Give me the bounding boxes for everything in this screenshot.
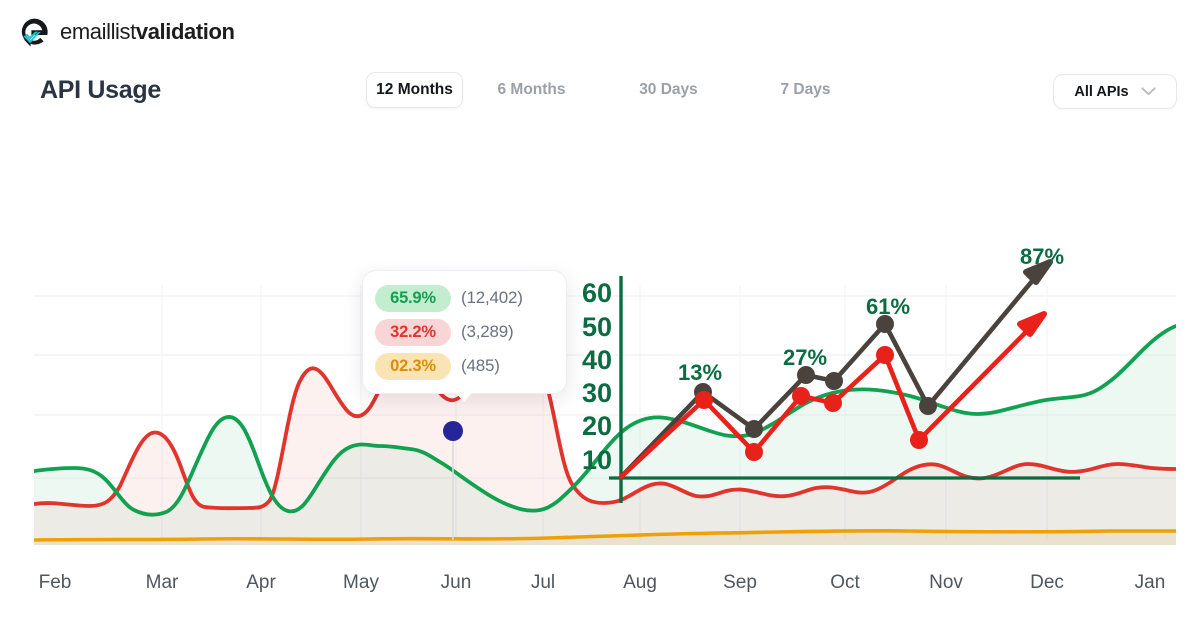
overlay-y-tick-20: 20 xyxy=(582,411,612,441)
overlay-annotation-chart: 60 50 40 30 20 10 13% 27% 61% 87% xyxy=(582,244,1080,503)
overlay-y-tick-10: 10 xyxy=(582,445,612,475)
annotation-87-percent: 87% xyxy=(1020,244,1064,269)
overlay-y-tick-30: 30 xyxy=(582,378,612,408)
overlay-annotations: 13% 27% 61% 87% xyxy=(678,244,1064,385)
api-filter-label: All APIs xyxy=(1074,83,1129,100)
month-label-apr: Apr xyxy=(246,572,276,593)
overlay-y-tick-40: 40 xyxy=(582,345,612,375)
tooltip-row-unknown: 02.3% (485) xyxy=(375,349,554,383)
month-label-feb: Feb xyxy=(38,572,72,593)
annotation-27-percent: 27% xyxy=(783,345,827,370)
month-label-oct: Oct xyxy=(830,572,860,593)
tooltip-count-valid: (12,402) xyxy=(461,288,523,307)
tooltip-row-valid: 65.9% (12,402) xyxy=(375,281,554,315)
overlay-series-dark-markers xyxy=(694,315,937,438)
toolbar: API Usage 12 Months 6 Months 30 Days 7 D… xyxy=(0,70,1200,126)
tab-30-days[interactable]: 30 Days xyxy=(600,72,737,108)
overlay-y-tick-labels: 60 50 40 30 20 10 xyxy=(582,278,612,475)
tooltip-row-invalid: 32.2% (3,289) xyxy=(375,315,554,349)
month-label-jan: Jan xyxy=(1134,572,1166,593)
month-label-aug: Aug xyxy=(623,572,657,593)
time-range-tabs: 12 Months 6 Months 30 Days 7 Days xyxy=(366,72,874,108)
x-axis-month-labels: Feb Mar Apr May Jun Jul Aug Sep Oct Nov … xyxy=(0,572,1200,606)
tooltip-percent-invalid: 32.2% xyxy=(375,318,451,346)
series-valid-line xyxy=(34,324,1176,517)
month-label-dec: Dec xyxy=(1030,572,1064,593)
page-title: API Usage xyxy=(40,76,161,104)
month-label-nov: Nov xyxy=(929,572,963,593)
chart-vertical-gridlines xyxy=(161,285,1048,540)
chevron-down-icon xyxy=(1141,83,1156,101)
selected-point-marker[interactable] xyxy=(443,421,463,441)
tooltip-pointer xyxy=(455,392,473,402)
chart-gridlines xyxy=(34,295,1176,479)
emaillistvalidation-logo-icon xyxy=(16,14,52,50)
overlay-series-red-arrowhead xyxy=(1017,311,1047,337)
tooltip-percent-valid: 65.9% xyxy=(375,284,451,312)
hover-tooltip: 65.9% (12,402) 32.2% (3,289) 02.3% (485) xyxy=(362,270,567,402)
tooltip-count-invalid: (3,289) xyxy=(461,322,514,341)
overlay-y-tick-60: 60 xyxy=(582,278,612,308)
tooltip-count-unknown: (485) xyxy=(461,356,500,375)
month-label-jun: Jun xyxy=(440,572,472,593)
overlay-series-dark-line xyxy=(618,271,1041,480)
brand-bar: emaillistvalidation xyxy=(16,14,235,50)
overlay-series-red-line xyxy=(618,323,1035,480)
tab-7-days[interactable]: 7 Days xyxy=(737,72,874,108)
overlay-series-red-markers xyxy=(695,346,928,461)
tooltip-percent-unknown: 02.3% xyxy=(375,352,451,380)
brand-name: emaillistvalidation xyxy=(60,19,235,45)
overlay-series-dark-arrowhead xyxy=(1023,259,1053,285)
month-label-sep: Sep xyxy=(723,572,757,593)
series-valid-area xyxy=(34,326,1176,545)
series-unknown-line xyxy=(34,528,1176,542)
series-invalid-line xyxy=(34,328,1176,511)
api-filter-dropdown[interactable]: All APIs xyxy=(1053,74,1177,109)
annotation-13-percent: 13% xyxy=(678,360,722,385)
month-label-mar: Mar xyxy=(145,572,179,593)
tab-6-months[interactable]: 6 Months xyxy=(463,72,600,108)
series-invalid-area xyxy=(34,330,1176,545)
month-label-jul: Jul xyxy=(530,572,556,593)
tab-12-months[interactable]: 12 Months xyxy=(366,72,463,108)
brand-name-light: emaillist xyxy=(60,19,136,44)
overlay-y-tick-50: 50 xyxy=(582,312,612,342)
series-unknown-area xyxy=(34,530,1176,545)
brand-name-bold: validation xyxy=(135,19,235,44)
annotation-61-percent: 61% xyxy=(866,294,910,319)
month-label-may: May xyxy=(343,572,379,593)
